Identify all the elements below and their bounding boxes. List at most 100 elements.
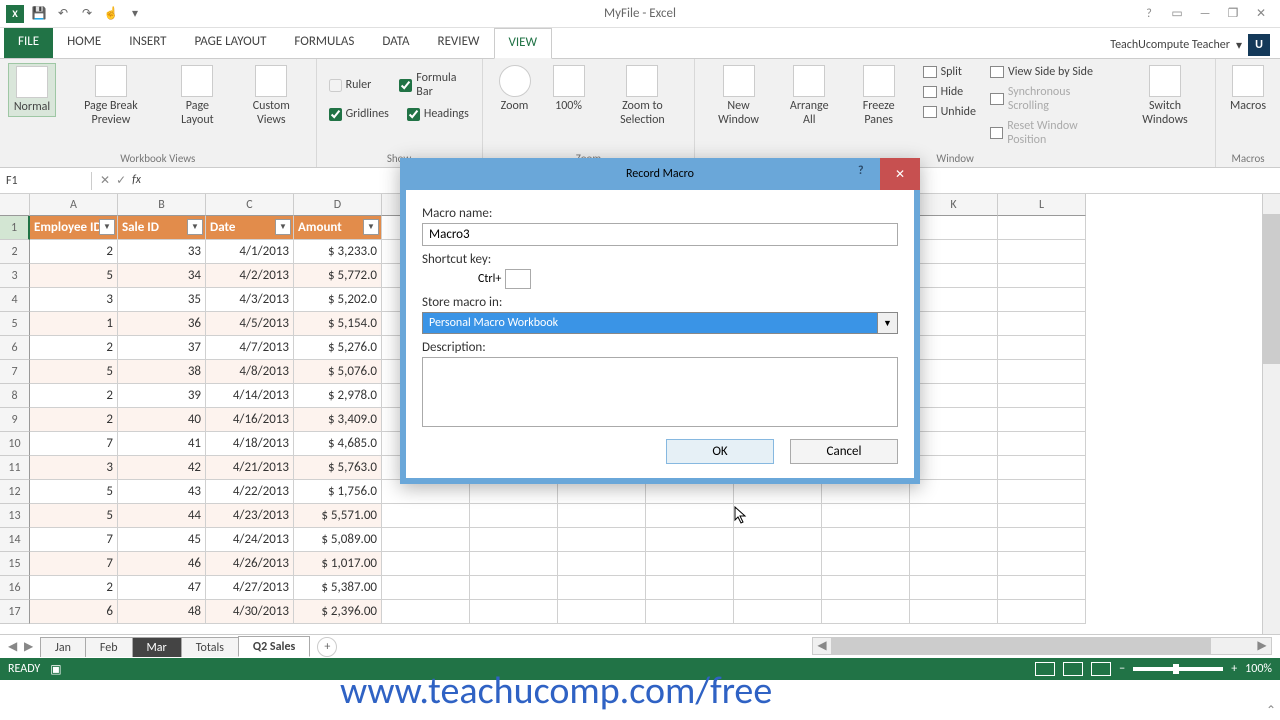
table-header[interactable]: Employee ID▼ bbox=[30, 216, 118, 240]
cell[interactable] bbox=[910, 408, 998, 432]
cell[interactable]: $ 3,409.0 bbox=[294, 408, 382, 432]
table-header[interactable]: Date▼ bbox=[206, 216, 294, 240]
sheet-tab-jan[interactable]: Jan bbox=[40, 637, 86, 657]
row-header[interactable]: 7 bbox=[0, 360, 30, 384]
sheet-nav-left-icon[interactable]: ◀ bbox=[8, 639, 17, 654]
tab-file[interactable]: FILE bbox=[4, 28, 53, 58]
tab-review[interactable]: REVIEW bbox=[424, 28, 494, 58]
cell[interactable] bbox=[646, 600, 734, 624]
cell[interactable]: 4/27/2013 bbox=[206, 576, 294, 600]
cell[interactable] bbox=[910, 552, 998, 576]
cell[interactable]: 2 bbox=[30, 408, 118, 432]
cell[interactable]: $ 3,233.0 bbox=[294, 240, 382, 264]
cell[interactable] bbox=[734, 552, 822, 576]
col-header[interactable]: C bbox=[206, 194, 294, 216]
cancel-formula-icon[interactable]: ✕ bbox=[100, 173, 110, 188]
table-header[interactable]: Sale ID▼ bbox=[118, 216, 206, 240]
cell[interactable] bbox=[910, 264, 998, 288]
macros-button[interactable]: Macros bbox=[1224, 63, 1272, 115]
cell[interactable]: 2 bbox=[30, 240, 118, 264]
cell[interactable]: $ 2,978.0 bbox=[294, 384, 382, 408]
filter-dropdown-icon[interactable]: ▼ bbox=[99, 219, 115, 235]
row-header[interactable]: 3 bbox=[0, 264, 30, 288]
cell[interactable]: $ 4,685.0 bbox=[294, 432, 382, 456]
cell[interactable] bbox=[998, 600, 1086, 624]
cell[interactable] bbox=[822, 504, 910, 528]
undo-icon[interactable]: ↶ bbox=[54, 5, 72, 23]
cell[interactable] bbox=[910, 384, 998, 408]
zoom-selection-button[interactable]: Zoom to Selection bbox=[599, 63, 687, 130]
macro-name-input[interactable] bbox=[422, 223, 898, 246]
cell[interactable] bbox=[470, 552, 558, 576]
split-button[interactable]: Split bbox=[919, 63, 980, 81]
cell[interactable]: $ 1,017.00 bbox=[294, 552, 382, 576]
unhide-button[interactable]: Unhide bbox=[919, 103, 980, 121]
cell[interactable]: $ 2,396.00 bbox=[294, 600, 382, 624]
row-header[interactable]: 11 bbox=[0, 456, 30, 480]
cell[interactable] bbox=[382, 552, 470, 576]
cell[interactable]: 6 bbox=[30, 600, 118, 624]
sheet-tab-mar[interactable]: Mar bbox=[132, 637, 182, 657]
zoom-out-icon[interactable]: − bbox=[1119, 662, 1125, 676]
cell[interactable]: $ 5,202.0 bbox=[294, 288, 382, 312]
cell[interactable]: 1 bbox=[30, 312, 118, 336]
cell[interactable]: 5 bbox=[30, 480, 118, 504]
cell[interactable] bbox=[646, 576, 734, 600]
cell[interactable] bbox=[646, 552, 734, 576]
cell[interactable]: $ 5,276.0 bbox=[294, 336, 382, 360]
cell[interactable] bbox=[558, 528, 646, 552]
cell[interactable]: 40 bbox=[118, 408, 206, 432]
cell[interactable]: 37 bbox=[118, 336, 206, 360]
cell[interactable]: 45 bbox=[118, 528, 206, 552]
cell[interactable] bbox=[822, 528, 910, 552]
cell[interactable] bbox=[558, 552, 646, 576]
row-header[interactable]: 14 bbox=[0, 528, 30, 552]
cell[interactable] bbox=[910, 600, 998, 624]
cell[interactable]: 4/2/2013 bbox=[206, 264, 294, 288]
row-header[interactable]: 17 bbox=[0, 600, 30, 624]
cell[interactable]: $ 5,076.0 bbox=[294, 360, 382, 384]
cell[interactable]: $ 5,154.0 bbox=[294, 312, 382, 336]
cell[interactable]: 41 bbox=[118, 432, 206, 456]
cell[interactable]: 4/8/2013 bbox=[206, 360, 294, 384]
cell[interactable] bbox=[734, 600, 822, 624]
cell[interactable] bbox=[998, 432, 1086, 456]
row-header[interactable]: 8 bbox=[0, 384, 30, 408]
switch-windows-button[interactable]: Switch Windows bbox=[1123, 63, 1207, 130]
row-header[interactable]: 2 bbox=[0, 240, 30, 264]
cell[interactable] bbox=[998, 576, 1086, 600]
fx-icon[interactable]: fx bbox=[132, 173, 141, 188]
cell[interactable] bbox=[998, 552, 1086, 576]
zoom-in-icon[interactable]: + bbox=[1231, 662, 1237, 676]
redo-icon[interactable]: ↷ bbox=[78, 5, 96, 23]
cell[interactable] bbox=[646, 528, 734, 552]
cell[interactable] bbox=[910, 432, 998, 456]
name-box[interactable]: F1 bbox=[0, 172, 92, 190]
cell[interactable] bbox=[382, 600, 470, 624]
row-header[interactable]: 15 bbox=[0, 552, 30, 576]
headings-checkbox[interactable]: Headings bbox=[403, 105, 473, 123]
page-layout-view-icon[interactable] bbox=[1063, 662, 1083, 676]
cell[interactable] bbox=[470, 600, 558, 624]
ruler-checkbox[interactable]: Ruler bbox=[325, 69, 376, 101]
zoom-100-button[interactable]: 100% bbox=[545, 63, 593, 115]
col-header[interactable]: K bbox=[910, 194, 998, 216]
sheet-tab-totals[interactable]: Totals bbox=[181, 637, 239, 657]
cell[interactable]: 42 bbox=[118, 456, 206, 480]
row-header[interactable]: 12 bbox=[0, 480, 30, 504]
cell[interactable] bbox=[910, 288, 998, 312]
tab-page-layout[interactable]: PAGE LAYOUT bbox=[181, 28, 281, 58]
cell[interactable] bbox=[998, 456, 1086, 480]
zoom-button[interactable]: Zoom bbox=[491, 63, 539, 115]
cell[interactable] bbox=[558, 600, 646, 624]
side-by-side-button[interactable]: View Side by Side bbox=[986, 63, 1117, 81]
new-window-button[interactable]: New Window bbox=[703, 63, 773, 130]
cell[interactable]: $ 5,571.00 bbox=[294, 504, 382, 528]
page-break-button[interactable]: Page Break Preview bbox=[62, 63, 160, 130]
close-icon[interactable]: ✕ bbox=[1248, 5, 1274, 23]
cell[interactable]: 3 bbox=[30, 288, 118, 312]
cell[interactable] bbox=[998, 384, 1086, 408]
cell[interactable]: 4/5/2013 bbox=[206, 312, 294, 336]
cell[interactable] bbox=[558, 576, 646, 600]
page-layout-button[interactable]: Page Layout bbox=[166, 63, 229, 130]
